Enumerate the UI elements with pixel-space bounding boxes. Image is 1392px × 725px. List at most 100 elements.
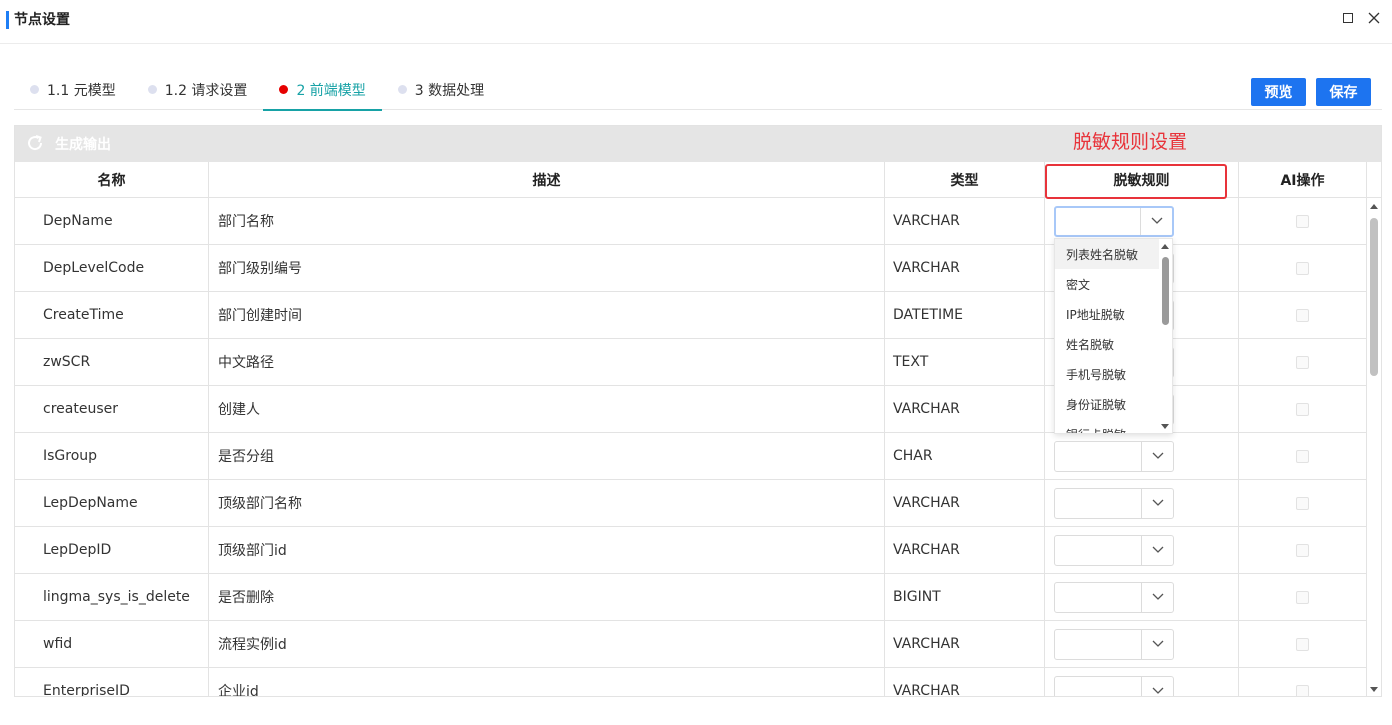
field-desc: 是否分组	[209, 433, 885, 479]
dropdown-option[interactable]: 密文	[1055, 269, 1172, 299]
header-ai: AI操作	[1239, 162, 1367, 198]
step-tabs: 1.1 元模型 1.2 请求设置 2 前端模型 3 数据处理	[14, 66, 1382, 111]
maximize-icon[interactable]	[1340, 10, 1356, 26]
ai-checkbox[interactable]	[1296, 449, 1309, 463]
field-name: wfid	[15, 621, 209, 667]
dropdown-option[interactable]: 列表姓名脱敏	[1055, 239, 1172, 269]
rule-select[interactable]	[1054, 628, 1174, 660]
table-row: wfid 流程实例id VARCHAR	[15, 621, 1367, 668]
chevron-down-icon[interactable]	[1141, 535, 1173, 565]
ai-checkbox[interactable]	[1296, 355, 1309, 369]
rule-select[interactable]	[1054, 534, 1174, 566]
rule-cell	[1045, 621, 1239, 667]
dropdown-option[interactable]: 身份证脱敏	[1055, 389, 1172, 419]
ai-checkbox[interactable]	[1296, 684, 1309, 696]
field-name: IsGroup	[15, 433, 209, 479]
ai-checkbox[interactable]	[1296, 637, 1309, 651]
rule-cell	[1045, 480, 1239, 526]
chevron-down-icon[interactable]	[1141, 488, 1173, 518]
chevron-down-icon[interactable]	[1141, 441, 1173, 471]
rule-select[interactable]	[1054, 205, 1174, 237]
ai-checkbox[interactable]	[1296, 214, 1309, 228]
dropdown-option[interactable]: 手机号脱敏	[1055, 359, 1172, 389]
ai-cell	[1239, 480, 1367, 526]
ai-cell	[1239, 386, 1367, 432]
field-type: VARCHAR	[885, 245, 1045, 291]
scroll-thumb[interactable]	[1162, 257, 1169, 325]
annotation-highlight-box	[1045, 164, 1227, 199]
field-name: zwSCR	[15, 339, 209, 385]
generate-output-button[interactable]: 生成输出	[55, 134, 111, 154]
ai-cell	[1239, 198, 1367, 244]
title-bar: 节点设置	[0, 0, 1392, 44]
chevron-down-icon[interactable]	[1140, 207, 1172, 235]
field-name: EnterpriseID	[15, 668, 209, 696]
ai-checkbox[interactable]	[1296, 590, 1309, 604]
rule-select[interactable]	[1054, 487, 1174, 519]
chevron-down-icon[interactable]	[1141, 676, 1173, 696]
tab-frontend-model[interactable]: 2 前端模型	[263, 66, 383, 111]
field-desc: 企业id	[209, 668, 885, 696]
rule-select[interactable]	[1054, 440, 1174, 472]
table-scrollbar[interactable]	[1367, 198, 1381, 696]
chevron-down-icon[interactable]	[1141, 629, 1173, 659]
rule-dropdown-menu[interactable]: 列表姓名脱敏密文IP地址脱敏姓名脱敏手机号脱敏身份证脱敏银行卡脱敏	[1054, 238, 1173, 434]
refresh-icon[interactable]	[25, 133, 45, 153]
field-name: DepName	[15, 198, 209, 244]
preview-button[interactable]: 预览	[1251, 78, 1306, 106]
field-type: VARCHAR	[885, 480, 1045, 526]
tab-label: 2 前端模型	[296, 83, 366, 99]
close-icon[interactable]	[1366, 10, 1382, 26]
tab-meta-model[interactable]: 1.1 元模型	[14, 66, 132, 110]
rule-select[interactable]	[1054, 675, 1174, 696]
rule-cell	[1045, 433, 1239, 479]
field-desc: 是否删除	[209, 574, 885, 620]
field-desc: 部门名称	[209, 198, 885, 244]
field-type: VARCHAR	[885, 668, 1045, 696]
field-name: CreateTime	[15, 292, 209, 338]
scroll-thumb[interactable]	[1370, 218, 1378, 376]
dropdown-option[interactable]: 姓名脱敏	[1055, 329, 1172, 359]
field-desc: 部门级别编号	[209, 245, 885, 291]
chevron-down-icon[interactable]	[1141, 582, 1173, 612]
field-desc: 创建人	[209, 386, 885, 432]
table-row: IsGroup 是否分组 CHAR	[15, 433, 1367, 480]
ai-checkbox[interactable]	[1296, 543, 1309, 557]
scroll-down-icon[interactable]	[1161, 424, 1169, 429]
ai-cell	[1239, 668, 1367, 696]
dropdown-option[interactable]: 银行卡脱敏	[1055, 419, 1172, 434]
field-type: VARCHAR	[885, 527, 1045, 573]
dropdown-scrollbar[interactable]	[1159, 239, 1172, 433]
tab-status-dot	[397, 85, 407, 94]
field-name: lingma_sys_is_delete	[15, 574, 209, 620]
header-type: 类型	[885, 162, 1045, 198]
rule-cell	[1045, 574, 1239, 620]
field-type: TEXT	[885, 339, 1045, 385]
tab-label: 1.2 请求设置	[164, 83, 248, 99]
tab-data-processing[interactable]: 3 数据处理	[382, 66, 500, 110]
field-desc: 顶级部门名称	[209, 480, 885, 526]
ai-checkbox[interactable]	[1296, 308, 1309, 322]
tab-status-dot	[30, 85, 39, 94]
dropdown-option[interactable]: IP地址脱敏	[1055, 299, 1172, 329]
field-type: VARCHAR	[885, 621, 1045, 667]
field-desc: 流程实例id	[209, 621, 885, 667]
ai-checkbox[interactable]	[1296, 402, 1309, 416]
tab-label: 3 数据处理	[414, 83, 485, 99]
field-name: createuser	[15, 386, 209, 432]
rule-cell	[1045, 668, 1239, 696]
save-button[interactable]: 保存	[1316, 78, 1371, 106]
ai-checkbox[interactable]	[1296, 261, 1309, 275]
field-table: 生成输出 名称 描述 类型 脱敏规则 AI操作 DepName 部门名称 VARCH…	[14, 125, 1382, 697]
field-type: BIGINT	[885, 574, 1045, 620]
tab-request-settings[interactable]: 1.2 请求设置	[132, 66, 264, 110]
ai-cell	[1239, 433, 1367, 479]
scroll-up-icon[interactable]	[1161, 244, 1169, 249]
field-type: VARCHAR	[885, 198, 1045, 244]
ai-checkbox[interactable]	[1296, 496, 1309, 510]
field-type: CHAR	[885, 433, 1045, 479]
scroll-down-icon[interactable]	[1370, 687, 1378, 692]
scroll-up-icon[interactable]	[1370, 204, 1378, 209]
ai-cell	[1239, 574, 1367, 620]
rule-select[interactable]	[1054, 581, 1174, 613]
